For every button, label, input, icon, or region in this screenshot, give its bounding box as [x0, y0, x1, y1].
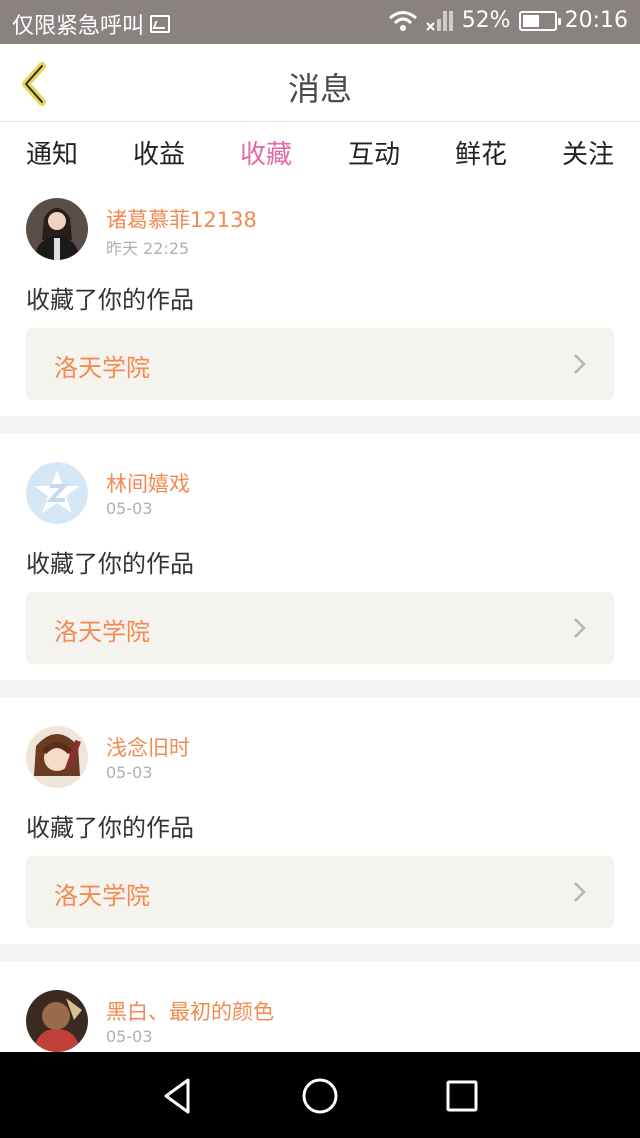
tab-label: 收益 [132, 140, 185, 170]
notification-message: 收藏了你的作品 [26, 814, 194, 842]
battery-icon [518, 10, 561, 31]
battery-fill [522, 14, 539, 27]
user-name[interactable]: 林间嬉戏 [106, 468, 190, 498]
work-link[interactable]: 洛天学院 [26, 592, 614, 664]
no-signal-icon [425, 10, 453, 31]
avatar[interactable] [26, 726, 88, 788]
notification-list[interactable]: 诸葛慕菲12138 昨天 22:25 收藏了你的作品 洛天学院 林间嬉戏 05-… [0, 182, 640, 1052]
work-link[interactable]: 洛天学院 [26, 856, 614, 928]
timestamp: 05-03 [106, 499, 153, 518]
status-right: 52% 20:16 [388, 8, 628, 33]
tab-interactions[interactable]: 互动 [334, 134, 414, 171]
tab-earnings[interactable]: 收益 [119, 134, 199, 171]
work-title: 洛天学院 [54, 354, 150, 382]
tab-favorites[interactable]: 收藏 [226, 134, 306, 188]
user-name[interactable]: 浅念旧时 [106, 732, 190, 762]
status-left: 仅限紧急呼叫 [12, 8, 171, 40]
page-title: 消息 [287, 70, 352, 108]
user-name[interactable]: 黑白、最初的颜色 [106, 996, 274, 1026]
home-circle-icon[interactable] [298, 1074, 342, 1118]
notification-card: 林间嬉戏 05-03 收藏了你的作品 洛天学院 [0, 434, 640, 680]
notification-card: 黑白、最初的颜色 05-03 [0, 962, 640, 1052]
work-title: 洛天学院 [54, 882, 150, 910]
tab-flowers[interactable]: 鲜花 [441, 134, 521, 171]
header: 消息 [0, 44, 640, 122]
battery-percent: 52% [461, 8, 511, 33]
image-icon [150, 15, 171, 33]
notification-card: 诸葛慕菲12138 昨天 22:25 收藏了你的作品 洛天学院 [0, 182, 640, 416]
user-name[interactable]: 诸葛慕菲12138 [106, 204, 257, 234]
tab-label: 鲜花 [454, 140, 507, 170]
tab-follows[interactable]: 关注 [548, 134, 628, 171]
tab-label: 收藏 [239, 140, 292, 170]
clock: 20:16 [564, 8, 628, 33]
status-bar: 仅限紧急呼叫 52% 20:16 [0, 0, 640, 44]
work-title: 洛天学院 [54, 618, 150, 646]
timestamp: 05-03 [106, 763, 153, 782]
wifi-icon [388, 10, 417, 31]
chevron-right-icon [574, 354, 586, 374]
timestamp: 05-03 [106, 1027, 153, 1046]
tab-label: 通知 [25, 140, 78, 170]
tab-label: 关注 [561, 140, 614, 170]
work-link[interactable]: 洛天学院 [26, 328, 614, 400]
recents-square-icon[interactable] [440, 1074, 484, 1118]
chevron-right-icon [574, 618, 586, 638]
avatar[interactable] [26, 198, 88, 260]
system-nav-bar [0, 1052, 640, 1138]
avatar[interactable] [26, 990, 88, 1052]
avatar[interactable] [26, 462, 88, 524]
timestamp: 昨天 22:25 [106, 239, 190, 258]
tab-label: 互动 [347, 140, 400, 170]
notification-message: 收藏了你的作品 [26, 286, 194, 314]
chevron-right-icon [574, 882, 586, 902]
notification-message: 收藏了你的作品 [26, 550, 194, 578]
back-triangle-icon[interactable] [156, 1074, 200, 1118]
notification-card: 浅念旧时 05-03 收藏了你的作品 洛天学院 [0, 698, 640, 944]
tab-bar: 通知 收益 收藏 互动 鲜花 关注 [0, 122, 640, 188]
tab-notify[interactable]: 通知 [12, 134, 92, 171]
carrier-text: 仅限紧急呼叫 [12, 14, 145, 39]
